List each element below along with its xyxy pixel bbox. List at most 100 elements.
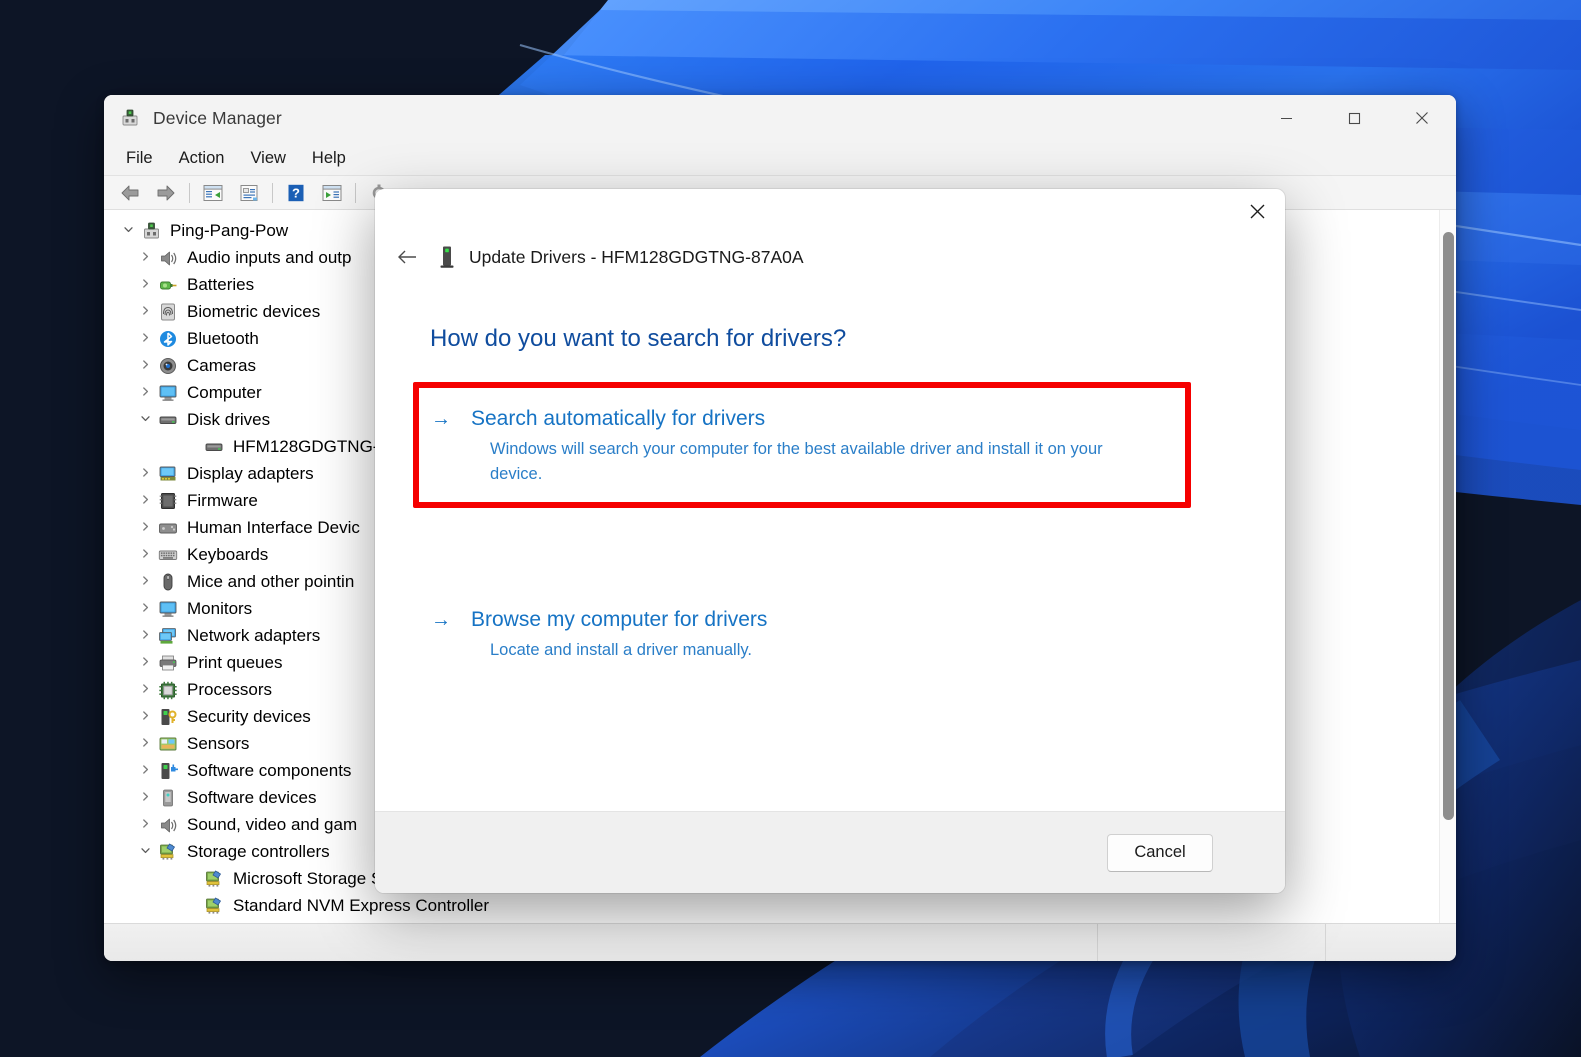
tree-item-label: Sensors [187, 734, 249, 754]
printer-icon [157, 653, 179, 673]
chevron-right-icon[interactable] [133, 386, 157, 399]
chevron-right-icon[interactable] [133, 521, 157, 534]
tree-item-label: Audio inputs and outp [187, 248, 351, 268]
chevron-down-icon[interactable] [133, 845, 157, 858]
update-drivers-dialog: Update Drivers - HFM128GDGTNG-87A0A How … [375, 189, 1285, 893]
scan-for-hardware-changes-icon[interactable] [314, 178, 350, 208]
chevron-right-icon[interactable] [133, 278, 157, 291]
tree-item-label: Software components [187, 761, 351, 781]
dialog-footer: Cancel [375, 811, 1285, 893]
dialog-header: Update Drivers - HFM128GDGTNG-87A0A [375, 237, 1285, 277]
desktop: Device Manager File Action View Help [0, 0, 1581, 1057]
forward-icon[interactable] [148, 178, 184, 208]
browse-my-computer-title-row: → Browse my computer for drivers [431, 608, 1229, 632]
statusbar-pane-main [104, 924, 1098, 961]
tree-item-label: Ping-Pang-Pow [170, 221, 288, 241]
processor-icon [157, 680, 179, 700]
tree-item-label: Monitors [187, 599, 252, 619]
chevron-right-icon[interactable] [133, 818, 157, 831]
bluetooth-icon [157, 329, 179, 349]
dialog-question: How do you want to search for drivers? [430, 325, 1247, 353]
tree-item-label: Storage controllers [187, 842, 330, 862]
chevron-right-icon[interactable] [133, 548, 157, 561]
dialog-close-button[interactable] [1231, 189, 1283, 233]
monitor-icon [157, 383, 179, 403]
help-icon[interactable]: ? [278, 178, 314, 208]
camera-icon [157, 356, 179, 376]
toolbar-separator [355, 183, 356, 203]
tree-item-label: Standard NVM Express Controller [233, 896, 489, 916]
menu-view[interactable]: View [237, 145, 298, 172]
chevron-right-icon[interactable] [133, 251, 157, 264]
display-adapter-icon [157, 464, 179, 484]
chevron-down-icon[interactable] [133, 413, 157, 426]
scrollbar-thumb[interactable] [1443, 232, 1454, 820]
chevron-right-icon[interactable] [133, 575, 157, 588]
minimize-button[interactable] [1252, 95, 1320, 141]
chevron-right-icon[interactable] [133, 710, 157, 723]
dialog-back-button[interactable] [389, 240, 425, 274]
chevron-right-icon[interactable] [133, 602, 157, 615]
browse-my-computer-label: Browse my computer for drivers [471, 608, 767, 632]
keyboard-icon [157, 545, 179, 565]
back-icon[interactable] [112, 178, 148, 208]
window-controls [1252, 95, 1456, 141]
disk-drive-icon [157, 410, 179, 430]
tree-item[interactable]: Standard NVM Express Controller [104, 892, 1456, 919]
tree-item-label: Sound, video and gam [187, 815, 357, 835]
show-hide-console-tree-icon[interactable] [195, 178, 231, 208]
chevron-right-icon[interactable] [133, 737, 157, 750]
storage-controller-icon [203, 869, 225, 889]
chevron-right-icon[interactable] [133, 494, 157, 507]
close-button[interactable] [1388, 95, 1456, 141]
chevron-right-icon[interactable] [133, 359, 157, 372]
tree-item-label: Network adapters [187, 626, 320, 646]
chevron-right-icon[interactable] [133, 305, 157, 318]
dialog-topbar [375, 189, 1285, 237]
software-component-icon [157, 761, 179, 781]
menu-help[interactable]: Help [299, 145, 359, 172]
tree-item-label: Batteries [187, 275, 254, 295]
search-automatically-option[interactable]: → Search automatically for drivers Windo… [413, 397, 1247, 495]
properties-icon[interactable] [231, 178, 267, 208]
chevron-right-icon[interactable] [133, 683, 157, 696]
tree-item-label: Computer [187, 383, 262, 403]
search-automatically-title-row: → Search automatically for drivers [431, 407, 1229, 431]
window-title: Device Manager [153, 108, 282, 129]
chevron-right-icon[interactable] [133, 791, 157, 804]
tree-item-label: Human Interface Devic [187, 518, 360, 538]
options-wrapper: → Search automatically for drivers Windo… [413, 397, 1247, 670]
tree-item-label: Firmware [187, 491, 258, 511]
statusbar-pane-2 [1098, 924, 1326, 961]
chevron-down-icon[interactable] [116, 224, 140, 237]
cancel-button[interactable]: Cancel [1107, 834, 1213, 872]
mouse-icon [157, 572, 179, 592]
menu-action[interactable]: Action [166, 145, 238, 172]
storage-controller-icon [157, 842, 179, 862]
device-manager-icon [120, 108, 140, 128]
tree-item-label: Software devices [187, 788, 316, 808]
chevron-right-icon[interactable] [133, 629, 157, 642]
tree-item-label: Processors [187, 680, 272, 700]
audio-icon [157, 248, 179, 268]
svg-text:?: ? [292, 185, 300, 200]
chevron-right-icon[interactable] [133, 656, 157, 669]
tree-vertical-scrollbar[interactable] [1439, 210, 1456, 923]
tree-item-label: Microsoft Storage S [233, 869, 382, 889]
firmware-icon [157, 491, 179, 511]
chevron-right-icon[interactable] [133, 764, 157, 777]
menu-file[interactable]: File [113, 145, 166, 172]
chevron-right-icon[interactable] [133, 467, 157, 480]
fingerprint-icon [157, 302, 179, 322]
tree-item-label: Display adapters [187, 464, 314, 484]
window-titlebar[interactable]: Device Manager [104, 95, 1456, 141]
tree-item-label: Cameras [187, 356, 256, 376]
chevron-right-icon[interactable] [133, 332, 157, 345]
statusbar-pane-3 [1326, 924, 1456, 961]
tree-item-label: Biometric devices [187, 302, 320, 322]
browse-my-computer-option[interactable]: → Browse my computer for drivers Locate … [413, 598, 1247, 671]
tree-item-label: Print queues [187, 653, 282, 673]
tree-item-label: Mice and other pointin [187, 572, 354, 592]
disk-drive-icon [203, 437, 225, 457]
maximize-button[interactable] [1320, 95, 1388, 141]
